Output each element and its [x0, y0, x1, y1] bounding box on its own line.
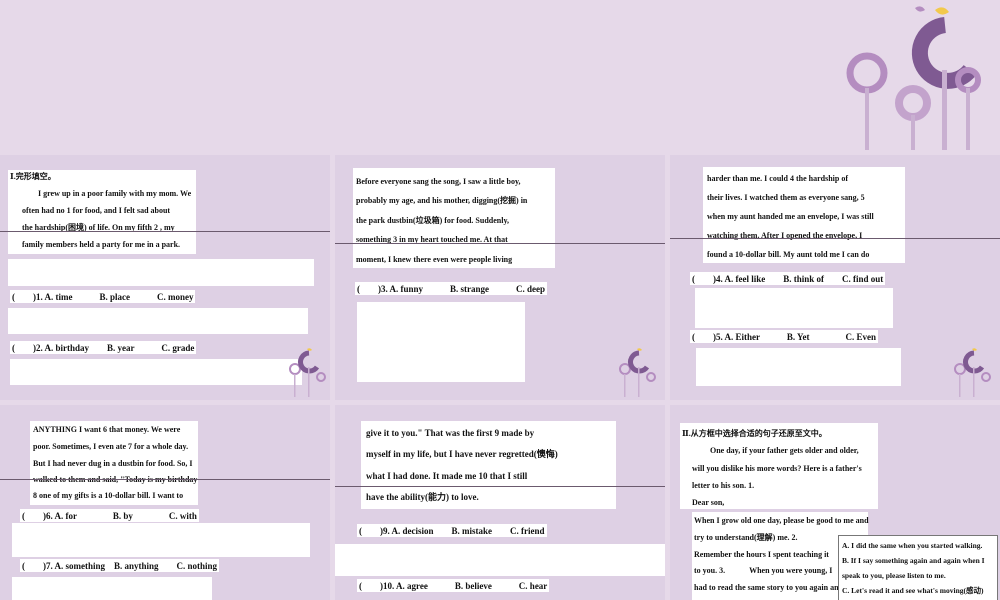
flower-decoration-icon: [619, 348, 656, 397]
section-heading: Ⅰ.完形填空。: [10, 172, 56, 181]
letter-line: to you. 3. When you were young, I: [694, 566, 833, 575]
divider-line: [670, 238, 1000, 239]
passage-line: found a 10-dollar bill. My aunt told me …: [707, 250, 870, 259]
slide-5: give it to you." That was the first 9 ma…: [335, 405, 665, 600]
passage-line: give it to you." That was the first 9 ma…: [366, 428, 535, 438]
divider-line: [335, 486, 665, 487]
passage-line: the park dustbin(垃圾箱) for food. Suddenly…: [356, 216, 509, 225]
slide-1: Ⅰ.完形填空。 I grew up in a poor family with …: [0, 155, 330, 400]
flower-decoration-icon: [846, 6, 981, 150]
letter-line: When I grow old one day, please be good …: [694, 516, 869, 525]
option-c: C. Let's read it and see what's moving(感…: [842, 586, 984, 595]
answer-box: [10, 359, 302, 385]
passage-line: Before everyone sang the song, I saw a l…: [356, 177, 521, 186]
option-b-cont: speak to you, please listen to me.: [842, 571, 946, 580]
question-4: ( )4. A. feel like B. think of C. find o…: [690, 272, 886, 285]
passage-line: family members held a party for me in a …: [22, 240, 181, 249]
answer-box: [12, 577, 212, 600]
letter-line: Remember the hours I spent teaching it: [694, 550, 829, 559]
answer-box: [335, 544, 665, 576]
passage-line: ANYTHING I want 6 that money. We were: [33, 425, 181, 434]
passage-line: the hardship(困境) of life. On my fifth 2 …: [22, 223, 175, 232]
passage-line: poor. Sometimes, I even ate 7 for a whol…: [33, 442, 189, 451]
question-2: ( )2. A. birthday B. year C. grade: [10, 341, 197, 354]
slide-4: ANYTHING I want 6 that money. We were po…: [0, 405, 330, 600]
answer-box: [357, 302, 525, 382]
option-a: A. I did the same when you started walki…: [842, 541, 983, 550]
slide-2: Before everyone sang the song, I saw a l…: [335, 155, 665, 400]
flower-decoration-icon: [954, 348, 991, 397]
letter-line: try to understand(理解) me. 2.: [694, 533, 798, 542]
slide-6: Ⅱ.从方框中选择合适的句子还原至文中。 One day, if your fat…: [670, 405, 1000, 600]
options-box: A. I did the same when you started walki…: [838, 535, 998, 600]
section-heading: Ⅱ.从方框中选择合适的句子还原至文中。: [682, 429, 827, 438]
question-10: ( )10. A. agree B. believe C. hear: [357, 579, 550, 592]
passage-line: probably my age, and his mother, digging…: [356, 196, 528, 205]
title-band: [0, 0, 1000, 150]
question-1: ( )1. A. time B. place C. money: [10, 290, 196, 303]
answer-box: [695, 288, 893, 328]
passage-line: I grew up in a poor family with my mom. …: [38, 189, 192, 198]
question-3: ( )3. A. funny B. strange C. deep: [355, 282, 548, 295]
question-6: ( )6. A. for B. by C. with: [20, 509, 199, 522]
passage-line: what I had done. It made me 10 that I st…: [366, 471, 528, 481]
answer-box: [8, 308, 308, 334]
question-7: ( )7. A. something B. anything C. nothin…: [20, 559, 220, 572]
passage-line: often had no 1 for food, and I felt sad …: [22, 206, 171, 215]
passage-line: But I had never dug in a dustbin for foo…: [33, 459, 193, 468]
passage-line: One day, if your father gets older and o…: [710, 446, 859, 455]
answer-box: [696, 348, 901, 386]
passage-line: harder than me. I could 4 the hardship o…: [707, 174, 848, 183]
passage-line: 8 one of my gifts is a 10-dollar bill. I…: [33, 491, 184, 500]
answer-box: [8, 259, 314, 286]
divider-line: [0, 479, 330, 480]
divider-line: [335, 243, 665, 244]
passage-line: Dear son,: [692, 498, 725, 507]
passage-line: moment, I knew there even were people li…: [356, 255, 513, 264]
passage-line: their lives. I watched them as everyone …: [707, 193, 865, 202]
option-b: B. If I say something again and again wh…: [842, 556, 985, 565]
passage-line: will you dislike his more words? Here is…: [692, 464, 862, 473]
question-9: ( )9. A. decision B. mistake C. friend: [357, 524, 547, 537]
passage-line: watching them. After I opened the envelo…: [707, 231, 863, 240]
flower-decoration-icon: [289, 348, 326, 397]
question-5: ( )5. A. Either B. Yet C. Even: [690, 330, 878, 343]
passage-line: have the ability(能力) to love.: [366, 492, 479, 502]
passage-line: letter to his son. 1.: [692, 481, 755, 490]
passage-line: myself in my life, but I have never regr…: [366, 449, 558, 459]
letter-line: had to read the same story to you again …: [694, 583, 843, 592]
slide-3: harder than me. I could 4 the hardship o…: [670, 155, 1000, 400]
divider-line: [0, 231, 330, 232]
passage-line: something 3 in my heart touched me. At t…: [356, 235, 508, 244]
answer-box: [12, 523, 310, 557]
passage-line: when my aunt handed me an envelope, I wa…: [707, 212, 874, 221]
